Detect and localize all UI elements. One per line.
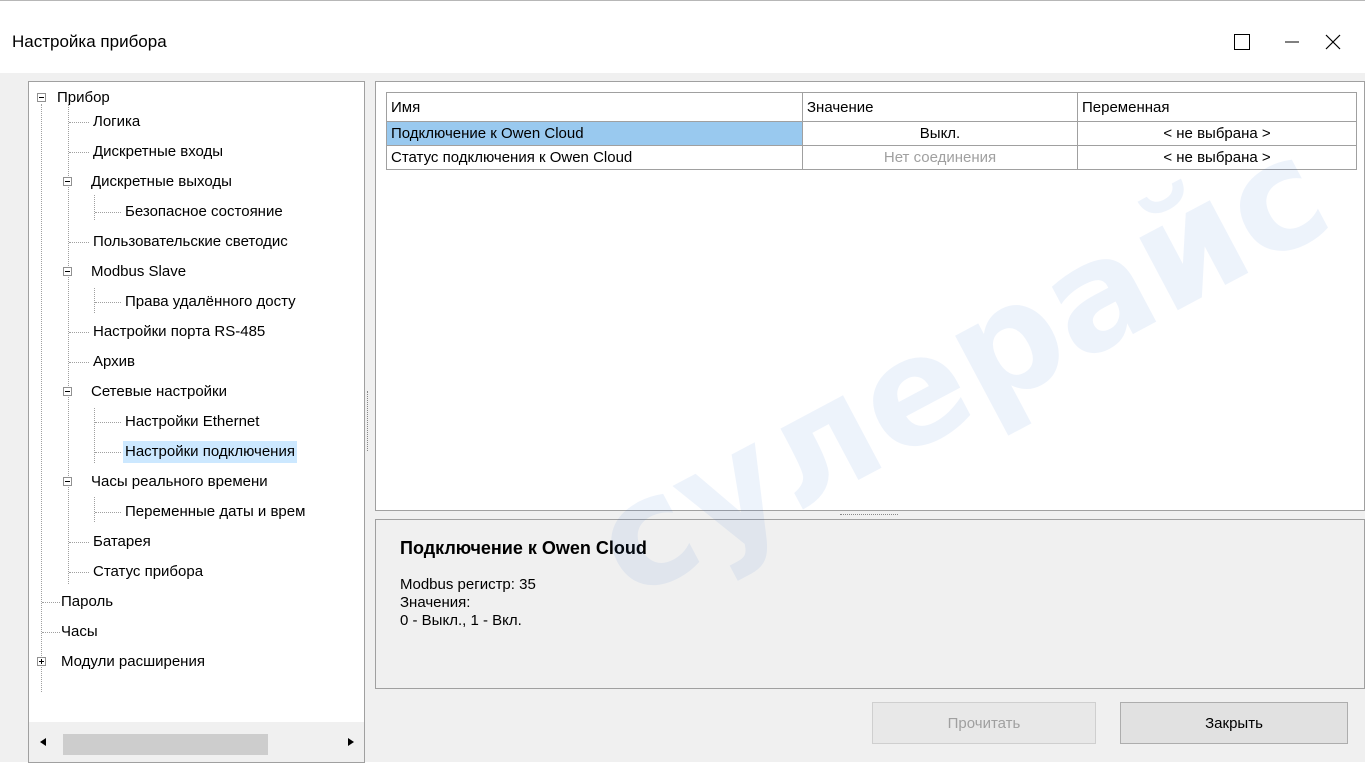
tree-item-expansion-modules[interactable]: Модули расширения [35, 651, 207, 673]
tree-item-network[interactable]: Сетевые настройки [63, 381, 229, 403]
expand-icon[interactable] [37, 657, 46, 666]
collapse-icon[interactable] [63, 267, 72, 276]
cell-value[interactable]: Выкл. [802, 121, 1078, 146]
tree-item-label: Сетевые настройки [91, 383, 227, 400]
table-row[interactable]: Подключение к Owen Cloud Выкл. < не выбр… [386, 121, 1357, 146]
horizontal-splitter[interactable] [840, 514, 898, 517]
cell-value: Нет соединения [802, 145, 1078, 170]
tree-item-label: Прибор [57, 89, 110, 106]
close-button[interactable]: Закрыть [1120, 702, 1348, 744]
tree-item-label: Модули расширения [61, 653, 205, 670]
table-row[interactable]: Статус подключения к Owen Cloud Нет соед… [386, 145, 1357, 170]
table-header: Имя Значение Переменная [386, 92, 1357, 122]
tree-item-remote-access[interactable]: Права удалённого досту [123, 291, 298, 313]
tree-item-label: Архив [93, 353, 136, 370]
cell-variable[interactable]: < не выбрана > [1077, 145, 1357, 170]
description-title: Подключение к Owen Cloud [400, 538, 647, 558]
collapse-icon[interactable] [63, 477, 72, 486]
tree-item-label: Часы реального времени [91, 473, 268, 490]
tree-item-label: Права удалённого досту [125, 293, 296, 310]
title-bar: Настройка прибора [0, 1, 1365, 73]
description-line: Modbus регистр: 35 [400, 576, 536, 593]
tree-horizontal-scrollbar[interactable] [29, 722, 364, 762]
tree-item-clock[interactable]: Часы [59, 621, 100, 643]
close-window-button[interactable] [1310, 17, 1356, 67]
tree-item-label: Пользовательские светодис [93, 233, 288, 250]
cell-name[interactable]: Статус подключения к Owen Cloud [386, 145, 803, 170]
description-line: 0 - Выкл., 1 - Вкл. [400, 612, 522, 629]
collapse-icon[interactable] [37, 93, 46, 102]
tree-item-label: Безопасное состояние [125, 203, 283, 220]
close-icon [1325, 34, 1341, 50]
read-button[interactable]: Прочитать [872, 702, 1096, 744]
collapse-icon[interactable] [63, 387, 72, 396]
arrow-left-icon [40, 738, 46, 746]
tree-item-rs485[interactable]: Настройки порта RS-485 [91, 321, 267, 343]
tree-item-label: Переменные даты и врем [125, 503, 306, 520]
scroll-left-button[interactable] [33, 730, 53, 754]
minimize-icon [1285, 41, 1299, 43]
tree-item-password[interactable]: Пароль [59, 591, 115, 613]
tree-item-label: Настройки Ethernet [125, 413, 260, 430]
column-header-value[interactable]: Значение [802, 92, 1078, 122]
tree-item-ethernet[interactable]: Настройки Ethernet [123, 411, 261, 433]
column-header-variable[interactable]: Переменная [1077, 92, 1357, 122]
tree-item-label: Modbus Slave [91, 263, 187, 280]
tree-item-modbus-slave[interactable]: Modbus Slave [63, 261, 188, 283]
tree-item-device[interactable]: Прибор [35, 87, 112, 109]
tree-item-label: Дискретные входы [93, 143, 224, 160]
tree-item-safe-state[interactable]: Безопасное состояние [123, 201, 285, 223]
tree-item-user-leds[interactable]: Пользовательские светодис [91, 231, 290, 253]
property-table: Имя Значение Переменная Подключение к Ow… [386, 92, 1357, 170]
tree-item-label: Настройки порта RS-485 [93, 323, 266, 340]
maximize-icon [1234, 34, 1250, 50]
scroll-right-button[interactable] [341, 730, 361, 754]
property-grid: Имя Значение Переменная Подключение к Ow… [375, 81, 1365, 511]
tree-item-label: Дискретные выходы [91, 173, 232, 190]
tree-item-discrete-inputs[interactable]: Дискретные входы [91, 141, 225, 163]
description-panel: Подключение к Owen Cloud Modbus регистр:… [375, 519, 1365, 689]
tree-item-label: Батарея [93, 533, 151, 550]
tree-item-archive[interactable]: Архив [91, 351, 137, 373]
tree-item-rtc[interactable]: Часы реального времени [63, 471, 270, 493]
tree-content: Прибор Логика Дискретные входы Дискретны… [29, 82, 364, 722]
tree-item-datetime-vars[interactable]: Переменные даты и врем [123, 501, 307, 523]
tree-item-device-status[interactable]: Статус прибора [91, 561, 205, 583]
tree-item-logic[interactable]: Логика [91, 111, 142, 133]
arrow-right-icon [348, 738, 354, 746]
cell-variable[interactable]: < не выбрана > [1077, 121, 1357, 146]
tree-item-label: Пароль [61, 593, 114, 610]
cell-name[interactable]: Подключение к Owen Cloud [386, 121, 803, 146]
tree-item-battery[interactable]: Батарея [91, 531, 153, 553]
settings-window: Настройка прибора Прибор Логика Дискретн… [0, 0, 1365, 763]
minimize-button[interactable] [1269, 17, 1315, 67]
tree-item-connection-settings[interactable]: Настройки подключения [123, 441, 297, 463]
tree-item-label: Статус прибора [93, 563, 204, 580]
tree-item-label: Логика [93, 113, 141, 130]
maximize-button[interactable] [1219, 17, 1265, 67]
vertical-splitter[interactable] [367, 391, 370, 451]
tree-item-label: Настройки подключения [123, 441, 297, 463]
tree-item-label: Часы [61, 623, 98, 640]
scrollbar-thumb[interactable] [63, 734, 268, 755]
window-title: Настройка прибора [12, 32, 167, 51]
description-line: Значения: [400, 594, 471, 611]
tree-item-discrete-outputs[interactable]: Дискретные выходы [63, 171, 234, 193]
collapse-icon[interactable] [63, 177, 72, 186]
settings-tree[interactable]: Прибор Логика Дискретные входы Дискретны… [28, 81, 365, 763]
column-header-name[interactable]: Имя [386, 92, 803, 122]
